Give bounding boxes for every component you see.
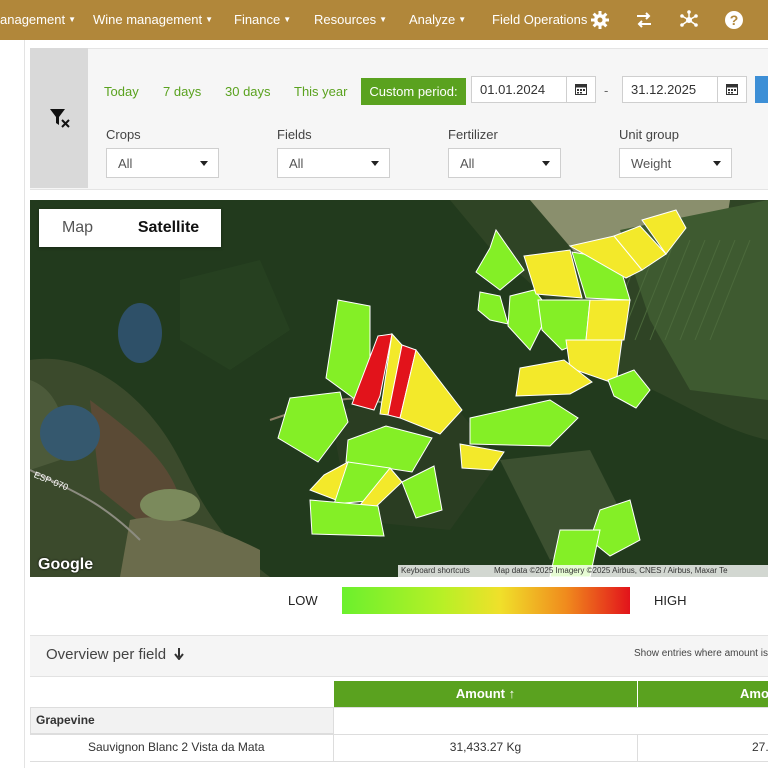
gear-icon[interactable] [590, 10, 610, 30]
fertilizer-select[interactable]: All [448, 148, 561, 178]
crops-label: Crops [106, 127, 141, 142]
map-type-toggle: Map Satellite [39, 209, 221, 247]
svg-text:?: ? [730, 12, 739, 28]
date-to-input[interactable]: 31.12.2025 [622, 76, 747, 103]
help-icon[interactable]: ? [724, 10, 744, 30]
period-30-days[interactable]: 30 days [225, 84, 271, 99]
column-header-amount[interactable]: Amount ↑ [334, 681, 637, 707]
arrow-down-icon [174, 648, 184, 661]
cell-divider [637, 734, 638, 762]
overview-title[interactable]: Overview per field [46, 646, 184, 663]
dropdown-arrow-icon [371, 161, 379, 166]
tab-satellite[interactable]: Satellite [116, 209, 221, 247]
caret-down-icon: ▼ [283, 15, 292, 24]
field-name-cell[interactable]: Sauvignon Blanc 2 Vista da Mata [88, 740, 265, 754]
nav-item-field-operations[interactable]: Field Operations [492, 12, 587, 27]
dropdown-arrow-icon [713, 161, 721, 166]
map-attribution: Keyboard shortcuts Map data ©2025 Imager… [398, 565, 768, 577]
show-entries-note: Show entries where amount is [634, 648, 768, 659]
legend-high-label: HIGH [654, 593, 687, 608]
clear-filters-button[interactable] [30, 48, 88, 188]
tab-map[interactable]: Map [39, 209, 116, 247]
amount-cell-2: 27. [752, 740, 768, 754]
calendar-icon[interactable] [566, 77, 595, 102]
amount-cell: 31,433.27 Kg [449, 740, 522, 754]
dropdown-arrow-icon [200, 161, 208, 166]
nav-item-resources[interactable]: Resources ▼ [314, 12, 387, 27]
column-header-amount-2[interactable]: Amo [638, 681, 768, 707]
google-logo: Google [38, 556, 94, 573]
satellite-map[interactable] [30, 200, 768, 577]
caret-down-icon: ▼ [68, 15, 76, 24]
group-label-grapevine: Grapevine [36, 713, 95, 727]
legend-gradient-bar [342, 587, 630, 614]
caret-down-icon: ▼ [205, 15, 214, 24]
unit-group-select[interactable]: Weight [619, 148, 732, 178]
period-this-year[interactable]: This year [294, 84, 347, 99]
legend-low-label: LOW [288, 593, 318, 608]
caret-down-icon: ▼ [379, 15, 388, 24]
date-range-separator: - [604, 83, 609, 98]
caret-down-icon: ▼ [458, 15, 467, 24]
map-imagery [30, 200, 768, 577]
date-from-input[interactable]: 01.01.2024 [471, 76, 596, 103]
date-to-value: 31.12.2025 [631, 82, 697, 97]
fertilizer-label: Fertilizer [448, 127, 498, 142]
map-data-text: Map data ©2025 Imagery ©2025 Airbus, CNE… [494, 566, 728, 575]
nav-item-wine-management[interactable]: Wine management ▼ [93, 12, 213, 27]
period-7-days[interactable]: 7 days [163, 84, 201, 99]
custom-period-button[interactable]: Custom period: [361, 78, 466, 105]
unit-group-label: Unit group [619, 127, 679, 142]
filter-clear-icon [50, 109, 70, 128]
calendar-icon[interactable] [717, 77, 746, 102]
nav-item-management[interactable]: anagement ▼ [0, 12, 76, 27]
apply-button[interactable] [755, 76, 768, 103]
period-today[interactable]: Today [104, 84, 139, 99]
keyboard-shortcuts-link[interactable]: Keyboard shortcuts [401, 566, 470, 575]
group-row-empty-cells [334, 707, 768, 734]
nav-item-analyze[interactable]: Analyze ▼ [409, 12, 466, 27]
swap-arrows-icon[interactable] [634, 10, 654, 30]
nav-item-finance[interactable]: Finance ▼ [234, 12, 291, 27]
date-from-value: 01.01.2024 [480, 82, 546, 97]
fields-label: Fields [277, 127, 312, 142]
left-sidebar-edge [0, 40, 25, 768]
top-navigation-bar: anagement ▼ Wine management ▼ Finance ▼ Res… [0, 0, 768, 40]
network-icon[interactable] [679, 10, 699, 30]
fields-select[interactable]: All [277, 148, 390, 178]
crops-select[interactable]: All [106, 148, 219, 178]
dropdown-arrow-icon [542, 161, 550, 166]
